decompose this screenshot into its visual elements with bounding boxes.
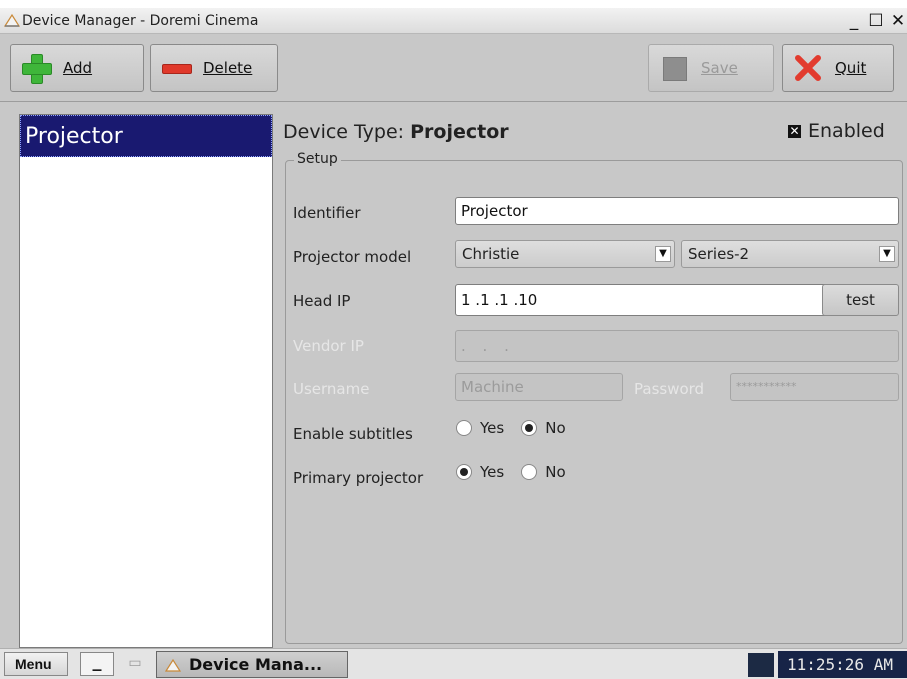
enable-subtitles-label: Enable subtitles — [293, 425, 413, 443]
add-button[interactable]: Add — [10, 44, 144, 92]
minimize-button[interactable]: _ — [844, 11, 864, 31]
subtitles-yes-radio[interactable] — [456, 420, 472, 436]
quit-button-label: Quit — [835, 59, 867, 77]
enable-subtitles-radio-group: Yes No — [456, 419, 583, 437]
projector-series-value: Series-2 — [688, 245, 750, 263]
maximize-button[interactable]: ☐ — [866, 11, 886, 31]
save-icon — [659, 53, 689, 83]
subtitles-yes-label: Yes — [480, 419, 505, 437]
subtitles-no-radio[interactable] — [521, 420, 538, 436]
x-icon — [795, 55, 821, 81]
menu-button[interactable]: Menu — [4, 652, 68, 676]
primary-projector-radio-group: Yes No — [456, 463, 583, 481]
delete-button[interactable]: Delete — [150, 44, 278, 92]
taskbar-task-device-manager[interactable]: Device Mana... — [156, 651, 348, 678]
tray-icon[interactable] — [748, 653, 774, 677]
primary-no-radio[interactable] — [521, 464, 538, 480]
device-type-heading: Device Type: Projector — [283, 121, 509, 143]
delete-button-label: Delete — [203, 59, 253, 77]
vendor-ip-label: Vendor IP — [293, 337, 364, 355]
minimize-all-button[interactable]: _ — [80, 652, 114, 676]
show-desktop-icon[interactable]: ▭ — [122, 653, 148, 675]
head-ip-field[interactable]: 1 .1 .1 .10 — [455, 284, 839, 316]
device-list[interactable]: Projector — [19, 114, 273, 648]
projector-make-value: Christie — [462, 245, 520, 263]
primary-yes-label: Yes — [480, 463, 505, 481]
projector-model-label: Projector model — [293, 248, 412, 266]
setup-group-title: Setup — [294, 151, 341, 167]
minus-icon — [161, 53, 192, 83]
chevron-down-icon: ▼ — [879, 246, 895, 262]
setup-group: Setup Identifier Projector Projector mod… — [285, 151, 903, 644]
username-label: Username — [293, 380, 370, 398]
plus-icon — [21, 53, 52, 84]
save-button-label: Save — [701, 59, 738, 77]
chevron-down-icon: ▼ — [655, 246, 671, 262]
primary-yes-radio[interactable] — [456, 464, 472, 480]
enabled-checkbox[interactable]: ✕ Enabled — [788, 120, 885, 142]
device-type-prefix: Device Type: — [283, 121, 411, 143]
quit-button[interactable]: Quit — [782, 44, 894, 92]
title-bar: Device Manager - Doremi Cinema _ ☐ ✕ — [0, 8, 907, 34]
checkbox-checked-icon: ✕ — [788, 123, 801, 138]
toolbar: Add Delete Save Quit — [0, 34, 907, 102]
device-manager-window: Device Manager - Doremi Cinema _ ☐ ✕ Add… — [0, 8, 907, 648]
projector-series-select[interactable]: Series-2 ▼ — [681, 240, 899, 268]
projector-make-select[interactable]: Christie ▼ — [455, 240, 675, 268]
username-field[interactable]: Machine — [455, 373, 623, 401]
identifier-field[interactable]: Projector — [455, 197, 899, 225]
clock: 11:25:26 AM — [778, 651, 907, 678]
enabled-label: Enabled — [808, 120, 885, 142]
taskbar-task-label: Device Mana... — [189, 655, 323, 674]
password-field[interactable]: *********** — [730, 373, 899, 401]
save-button[interactable]: Save — [648, 44, 774, 92]
identifier-label: Identifier — [293, 204, 361, 222]
close-window-button[interactable]: ✕ — [888, 11, 907, 31]
list-item[interactable]: Projector — [20, 115, 272, 157]
taskbar: Menu _ ▭ Device Mana... 11:25:26 AM — [0, 648, 907, 679]
app-icon — [4, 13, 20, 27]
primary-projector-label: Primary projector — [293, 469, 424, 487]
caption-strip — [0, 0, 907, 8]
vendor-ip-field[interactable]: . . . — [455, 330, 899, 362]
app-icon — [165, 658, 181, 672]
device-type-value: Projector — [410, 121, 509, 143]
window-title: Device Manager - Doremi Cinema — [22, 13, 259, 29]
primary-no-label: No — [545, 463, 566, 481]
test-button[interactable]: test — [822, 284, 899, 316]
head-ip-label: Head IP — [293, 292, 351, 310]
subtitles-no-label: No — [545, 419, 566, 437]
add-button-label: Add — [63, 59, 93, 77]
device-detail-panel: Device Type: Projector ✕ Enabled Setup I… — [283, 114, 907, 654]
password-label: Password — [634, 380, 705, 398]
